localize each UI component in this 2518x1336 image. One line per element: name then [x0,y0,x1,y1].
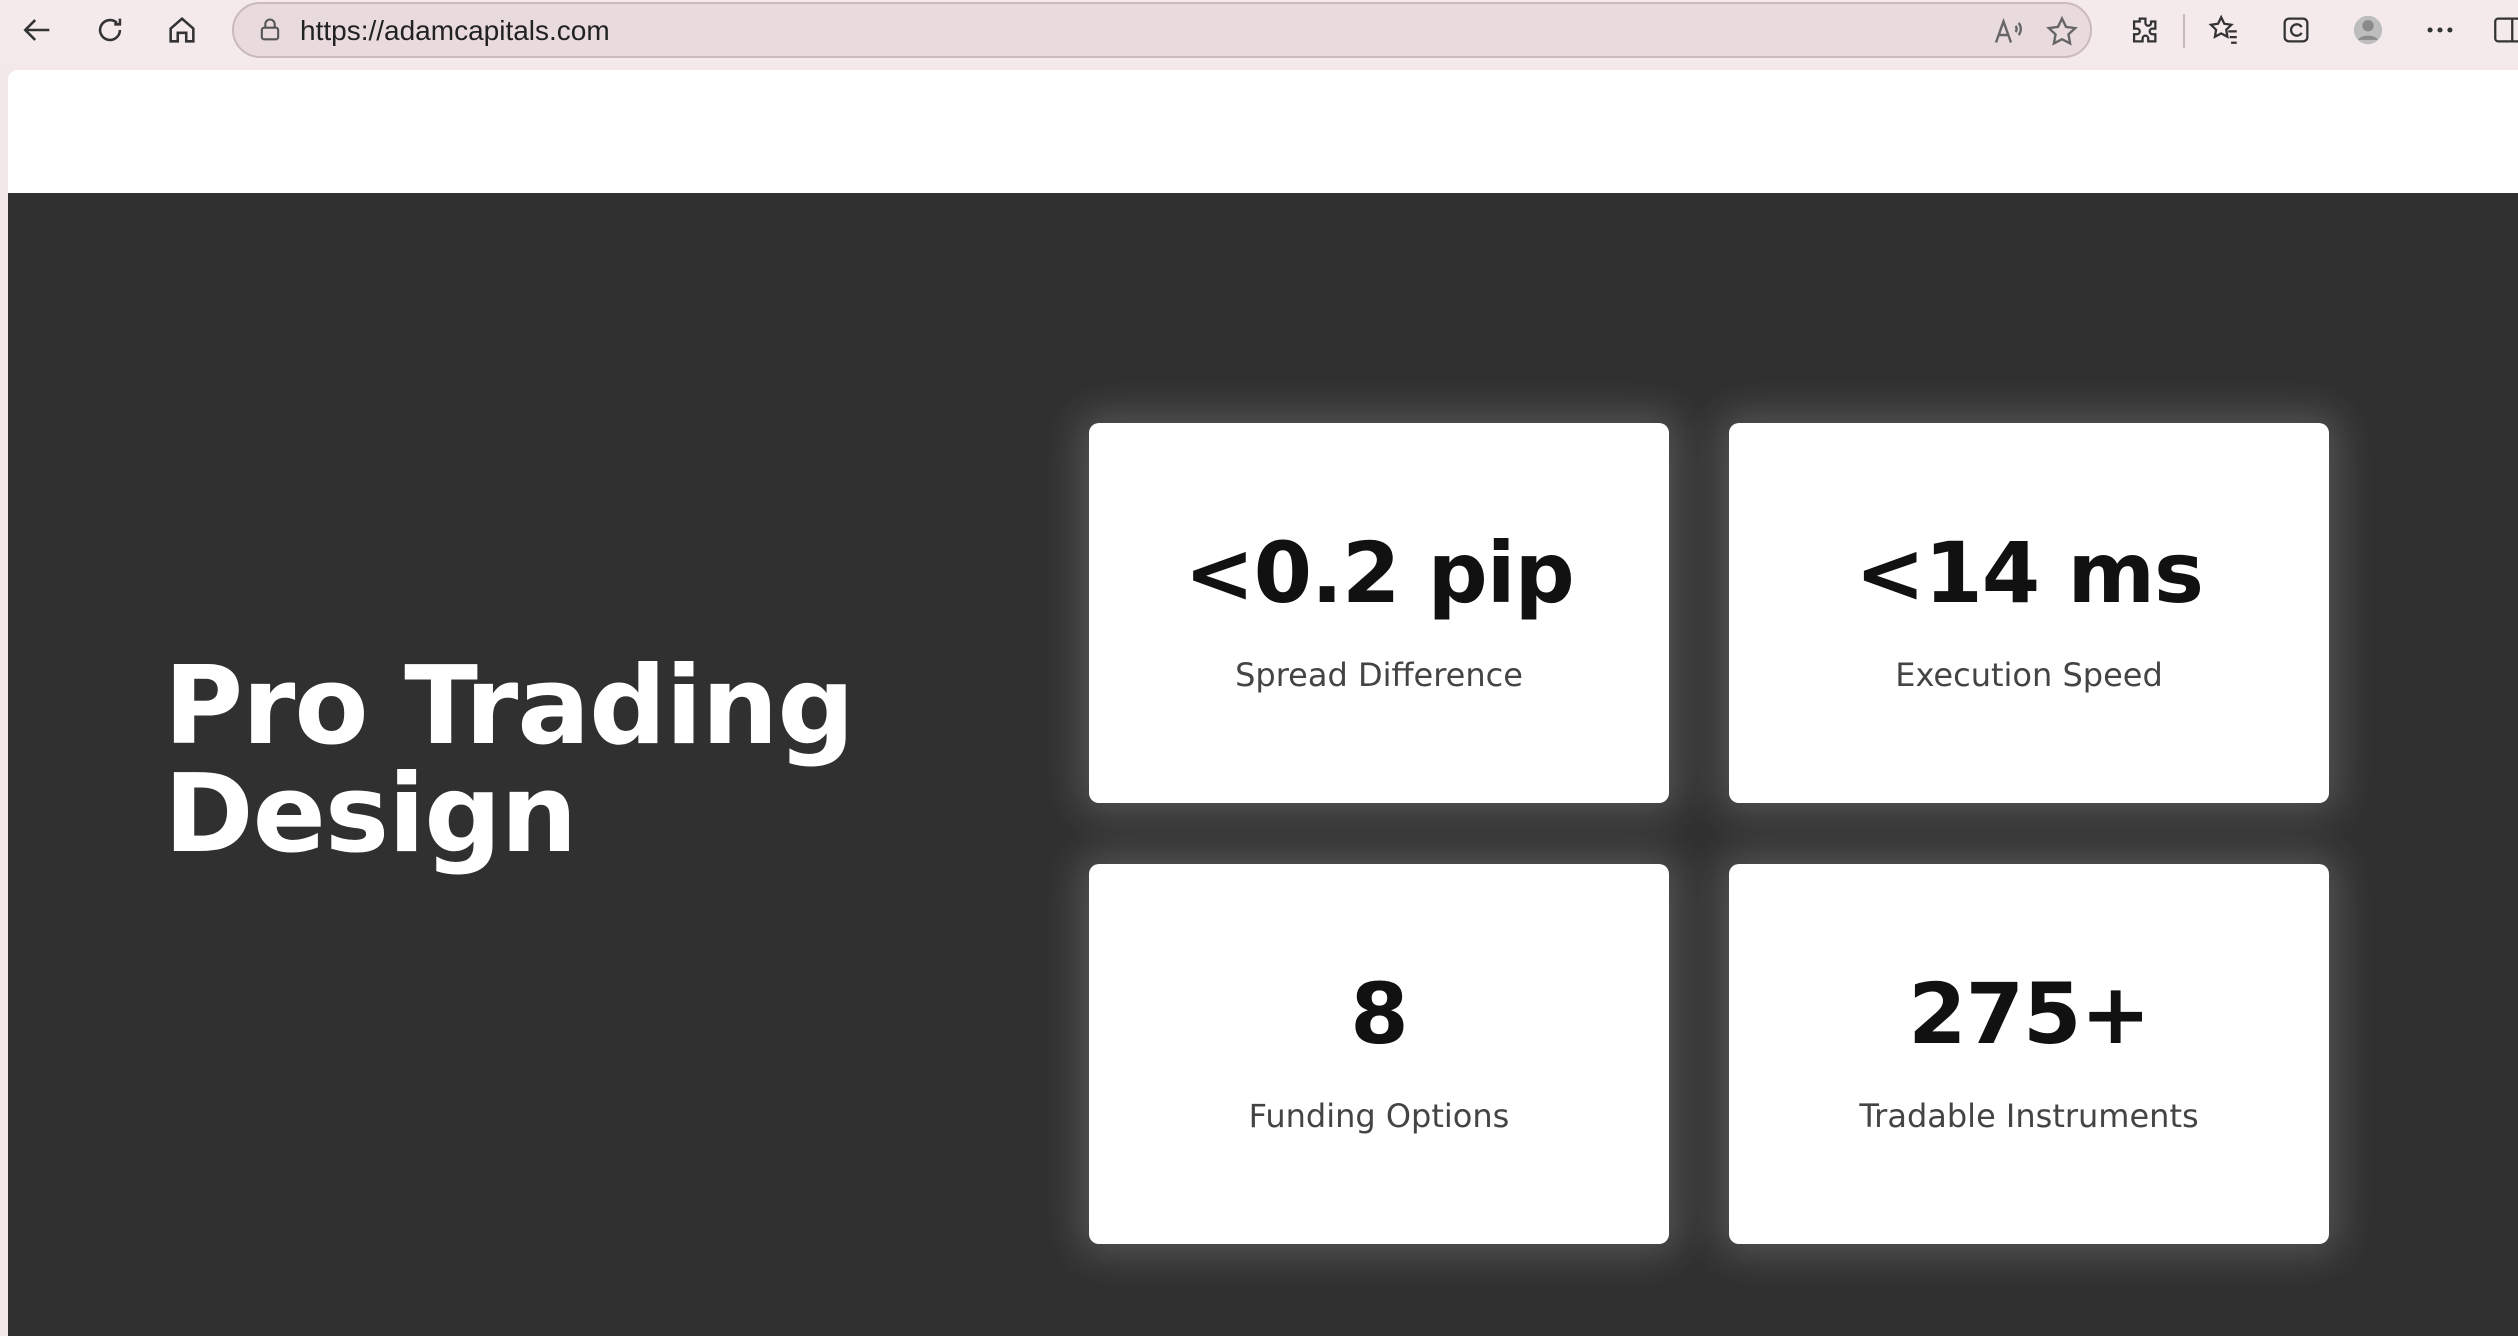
url-text[interactable]: https://adamcapitals.com [300,4,610,58]
more-button[interactable] [2416,6,2464,54]
browser-toolbar: https://adamcapitals.com [0,0,2518,62]
section-title: Pro Trading Design [164,653,864,869]
section-title-line2: Design [164,752,577,877]
more-icon [2427,27,2453,33]
web-page: Pro Trading Design <0.2 pip Spread Diffe… [8,70,2518,1336]
stat-value: 275+ [1908,965,2151,1063]
stat-label: Spread Difference [1235,656,1523,694]
sidebar-toggle-button[interactable] [2484,6,2518,54]
lock-icon [260,18,280,41]
page-header [8,70,2518,193]
stat-card-execution: <14 ms Execution Speed [1729,423,2329,803]
stat-label: Execution Speed [1895,656,2163,694]
collections-button[interactable] [2272,6,2320,54]
back-button[interactable] [14,6,62,54]
stat-label: Funding Options [1248,1097,1510,1135]
sidebar-icon [2494,17,2518,43]
back-icon [23,19,50,41]
stat-value: <0.2 pip [1184,524,1574,622]
toolbar-separator [2183,14,2185,48]
read-aloud-icon [1994,17,2022,43]
stat-card-funding: 8 Funding Options [1089,864,1669,1244]
stats-section: Pro Trading Design <0.2 pip Spread Diffe… [8,193,2518,1336]
favorites-icon [2208,14,2237,44]
profile-button[interactable] [2344,6,2392,54]
extensions-button[interactable] [2120,6,2168,54]
stat-card-spread: <0.2 pip Spread Difference [1089,423,1669,803]
stat-card-instruments: 275+ Tradable Instruments [1729,864,2329,1244]
collections-icon [2283,17,2309,43]
refresh-button[interactable] [86,6,134,54]
refresh-icon [98,18,122,42]
extensions-icon [2132,17,2157,43]
home-button[interactable] [158,6,206,54]
favorites-button[interactable] [2200,6,2248,54]
stat-label: Tradable Instruments [1859,1097,2199,1135]
address-bar[interactable]: https://adamcapitals.com [232,2,2092,58]
favorite-star-icon [2046,15,2078,46]
add-favorite-button[interactable] [2044,14,2080,50]
section-title-line1: Pro Trading [164,644,855,769]
stat-value: 8 [1350,965,1408,1063]
profile-icon [2353,15,2383,45]
home-icon [169,16,195,43]
stat-value: <14 ms [1854,524,2204,622]
read-aloud-button[interactable] [1990,14,2026,50]
